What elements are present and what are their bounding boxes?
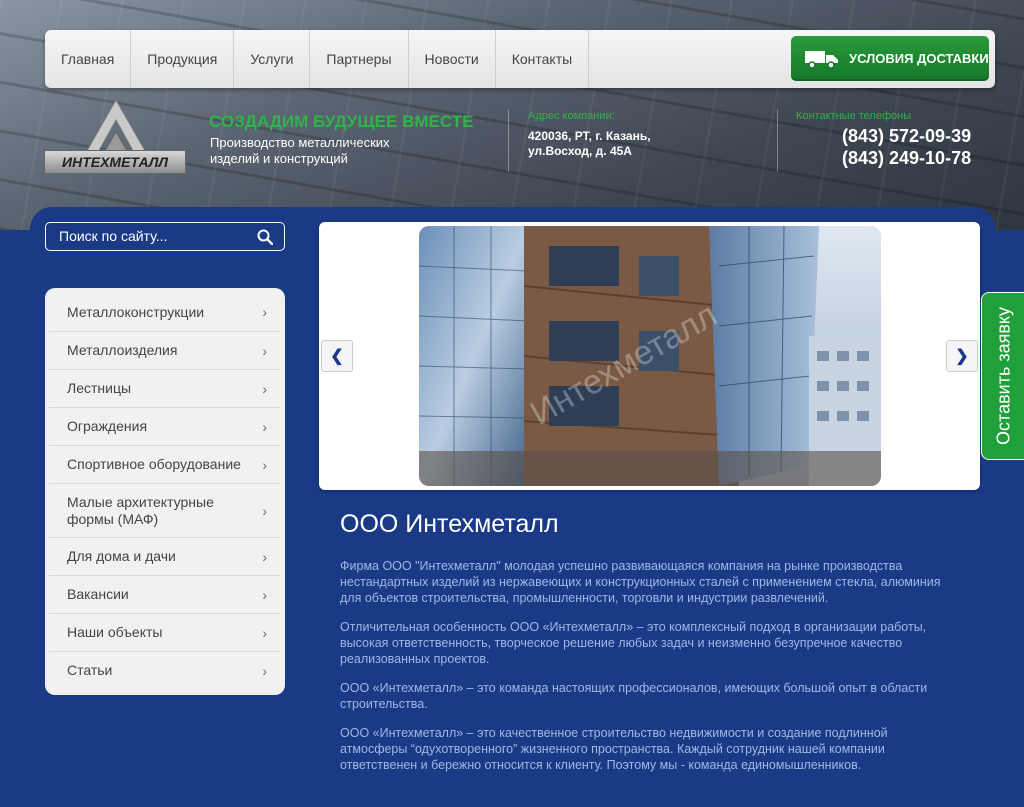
chevron-right-icon: › <box>262 380 267 397</box>
logo-emblem-icon <box>83 98 149 157</box>
sidebar-item-articles[interactable]: Статьи › <box>49 652 281 689</box>
search-icon[interactable] <box>257 229 273 245</box>
chevron-right-icon: › <box>262 548 267 565</box>
content-paragraph: Фирма ООО "Интехметалл" молодая успешно … <box>340 559 941 605</box>
page-title: ООО Интехметалл <box>340 510 559 538</box>
chevron-right-icon: › <box>262 456 267 473</box>
sidebar-item-our-projects[interactable]: Наши объекты › <box>49 614 281 652</box>
nav-item-contacts[interactable]: Контакты <box>496 30 590 88</box>
slider-prev-button[interactable]: ❮ <box>321 340 353 372</box>
chevron-right-icon: › <box>262 662 267 679</box>
leave-request-label: Оставить заявку <box>993 307 1013 445</box>
delivery-terms-label: УСЛОВИЯ ДОСТАВКИ <box>849 51 989 66</box>
slogan-subtitle: Производство металлических изделий и кон… <box>210 135 390 166</box>
sidebar-item-metal-products[interactable]: Металлоизделия › <box>49 332 281 370</box>
company-logo[interactable]: ИНТЕХМЕТАЛЛ <box>44 98 186 178</box>
nav-item-products[interactable]: Продукция <box>131 30 235 88</box>
sidebar-item-fences[interactable]: Ограждения › <box>49 408 281 446</box>
sidebar-item-label: Наши объекты <box>67 624 163 640</box>
main-nav: Главная Продукция Услуги Партнеры Новост… <box>45 30 995 88</box>
chevron-right-icon: ❯ <box>955 348 969 365</box>
sidebar-item-label: Спортивное оборудование <box>67 456 241 472</box>
sidebar-item-label: Ограждения <box>67 418 148 434</box>
address-label: Адрес компании: <box>528 110 615 122</box>
sidebar-item-label: Статьи <box>67 662 113 678</box>
phone-number-1[interactable]: (843) 572-09-39 <box>842 126 971 147</box>
chevron-left-icon: ❮ <box>330 348 344 365</box>
sidebar-item-stairs[interactable]: Лестницы › <box>49 370 281 408</box>
sidebar-item-label: Малые архитектурные формы (МАФ) <box>67 493 214 527</box>
delivery-terms-button[interactable]: УСЛОВИЯ ДОСТАВКИ <box>791 36 989 81</box>
site-search <box>45 222 285 251</box>
header-divider <box>508 110 509 172</box>
slogan: СОЗДАДИМ БУДУЩЕЕ ВМЕСТЕ <box>209 112 474 131</box>
content-paragraph: ООО «Интехметалл» – это команда настоящи… <box>340 681 928 711</box>
building-photo: Интехметалл <box>419 226 881 486</box>
sidebar-item-home-and-garden[interactable]: Для дома и дачи › <box>49 538 281 576</box>
nav-item-partners[interactable]: Партнеры <box>310 30 409 88</box>
leave-request-tab[interactable]: Оставить заявку <box>981 292 1024 460</box>
content-paragraph: ООО «Интехметалл» – это качественное стр… <box>340 726 888 772</box>
sidebar-item-label: Вакансии <box>67 586 129 602</box>
nav-item-home[interactable]: Главная <box>45 30 132 88</box>
logo-wordmark: ИНТЕХМЕТАЛЛ <box>44 150 186 174</box>
sidebar-item-metal-structures[interactable]: Металлоконструкции › <box>49 293 281 332</box>
phones-label: Контактные телефоны <box>796 110 912 122</box>
slider-next-button[interactable]: ❯ <box>946 340 978 372</box>
sidebar-item-label: Металлоконструкции <box>67 303 205 320</box>
address: 420036, РТ, г. Казань, ул.Восход, д. 45А <box>528 129 651 158</box>
chevron-right-icon: › <box>262 418 267 435</box>
truck-icon <box>805 50 838 69</box>
content-paragraph: Отличительная особенность ООО «Интехмета… <box>340 620 927 666</box>
search-input[interactable] <box>59 228 249 244</box>
header-divider <box>777 110 778 172</box>
chevron-right-icon: › <box>262 624 267 641</box>
phone-number-2[interactable]: (843) 249-10-78 <box>842 148 971 169</box>
sidebar-item-label: Лестницы <box>67 380 132 396</box>
sidebar-item-small-architectural-forms[interactable]: Малые архитектурные формы (МАФ) › <box>49 484 281 538</box>
nav-item-news[interactable]: Новости <box>409 30 496 88</box>
image-slider: Интехметалл ❮ ❯ <box>319 222 980 490</box>
nav-item-services[interactable]: Услуги <box>234 30 311 88</box>
sidebar-item-label: Металлоизделия <box>67 342 178 358</box>
sidebar-item-label: Для дома и дачи <box>67 548 176 564</box>
sidebar-item-vacancies[interactable]: Вакансии › <box>49 576 281 614</box>
catalog-sidebar: Металлоконструкции › Металлоизделия › Ле… <box>45 288 285 695</box>
chevron-right-icon: › <box>262 586 267 603</box>
chevron-right-icon: › <box>262 502 267 519</box>
sidebar-item-sports-equipment[interactable]: Спортивное оборудование › <box>49 446 281 484</box>
chevron-right-icon: › <box>262 342 267 359</box>
slider-photo: Интехметалл <box>419 226 881 486</box>
chevron-right-icon: › <box>262 304 267 320</box>
